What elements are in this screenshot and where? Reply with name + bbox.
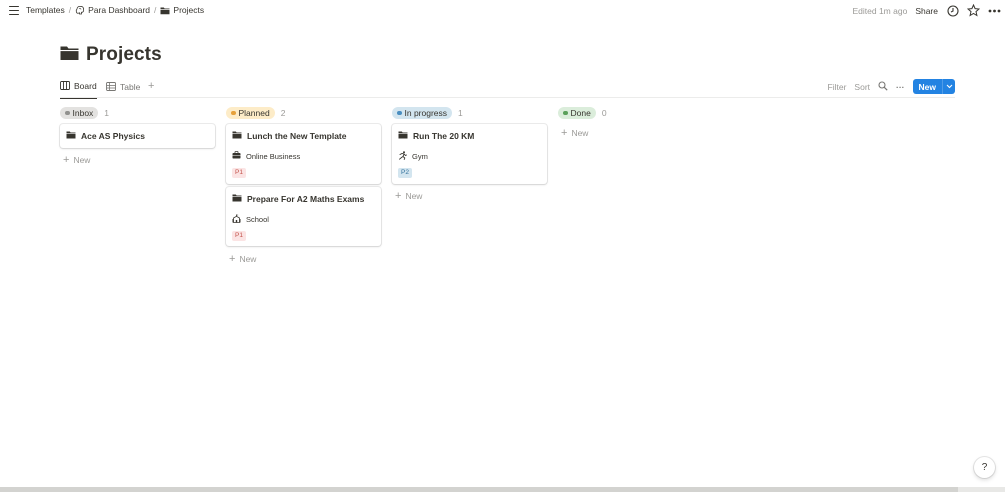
board-column-done: Done 0 + New <box>558 105 713 139</box>
column-header[interactable]: Inbox 1 <box>60 105 215 121</box>
sort-button[interactable]: Sort <box>854 82 870 92</box>
add-new-card-button[interactable]: + New <box>229 253 256 265</box>
more-icon[interactable] <box>988 4 1001 17</box>
column-count: 1 <box>458 108 463 118</box>
new-button-label: New <box>912 79 942 94</box>
status-badge: Planned <box>226 107 275 119</box>
folder-icon <box>398 131 408 141</box>
horizontal-scrollbar[interactable] <box>0 487 1005 492</box>
briefcase-icon <box>232 151 241 161</box>
priority-tag: P1 <box>232 168 246 178</box>
card-area: School <box>232 214 269 225</box>
column-count: 2 <box>280 108 286 118</box>
column-count: 0 <box>601 108 607 118</box>
plus-icon: + <box>395 190 402 202</box>
star-icon[interactable] <box>967 4 980 17</box>
page-title-text: Projects <box>86 44 162 65</box>
card-title: Ace AS Physics <box>66 131 145 141</box>
breadcrumb-projects[interactable]: Projects <box>160 5 204 15</box>
breadcrumb-separator: / <box>68 5 72 15</box>
status-dot <box>65 110 70 116</box>
board-column-in-progress: In progress 1 Run The 20 KM Gym P2 + New <box>392 105 547 202</box>
topbar-actions: Edited 1m ago Share <box>852 4 1001 17</box>
column-header[interactable]: In progress 1 <box>392 105 547 121</box>
status-dot <box>231 110 236 116</box>
column-header[interactable]: Planned 2 <box>226 105 381 121</box>
project-card[interactable]: Prepare For A2 Maths Exams School P1 <box>226 187 381 246</box>
plus-icon: + <box>229 253 236 265</box>
card-area: Online Business <box>232 151 300 161</box>
card-area: Gym <box>398 151 428 162</box>
edited-timestamp: Edited 1m ago <box>852 5 908 16</box>
tab-board[interactable]: Board <box>60 80 97 99</box>
column-header[interactable]: Done 0 <box>558 105 713 121</box>
breadcrumb-para-dashboard[interactable]: Para Dashboard <box>75 5 150 15</box>
board-column-planned: Planned 2 Lunch the New Template Online … <box>226 105 381 265</box>
status-badge: In progress <box>392 107 453 119</box>
project-card[interactable]: Ace AS Physics <box>60 124 215 148</box>
share-button[interactable]: Share <box>915 6 938 16</box>
filter-button[interactable]: Filter <box>828 82 847 92</box>
card-title: Run The 20 KM <box>398 131 474 141</box>
priority-tag: P2 <box>398 168 412 178</box>
menu-icon[interactable] <box>9 6 19 15</box>
folder-icon <box>160 5 170 15</box>
page-title: Projects <box>60 44 162 66</box>
folder-icon <box>232 131 242 141</box>
column-count: 1 <box>104 108 110 118</box>
card-title: Lunch the New Template <box>232 131 347 141</box>
search-icon[interactable] <box>878 80 888 93</box>
folder-icon <box>66 131 76 141</box>
folder-icon <box>232 194 242 204</box>
table-icon <box>106 81 116 93</box>
view-actions: Filter Sort ··· New <box>828 78 955 95</box>
board-column-inbox: Inbox 1 Ace AS Physics + New <box>60 105 215 166</box>
add-new-card-button[interactable]: + New <box>561 127 588 139</box>
school-icon <box>232 214 241 225</box>
card-title: Prepare For A2 Maths Exams <box>232 194 364 204</box>
folder-icon <box>60 45 79 66</box>
view-bar: Board Table + Filter Sort ··· New <box>60 78 955 99</box>
tab-table[interactable]: Table <box>106 80 140 94</box>
view-options-button[interactable]: ··· <box>896 82 905 92</box>
plus-icon: + <box>63 154 70 166</box>
plus-icon: + <box>561 127 568 139</box>
status-badge: Done <box>558 107 596 119</box>
brain-icon <box>75 5 85 15</box>
scrollbar-thumb[interactable] <box>0 487 958 492</box>
breadcrumb-separator: / <box>154 5 157 15</box>
project-card[interactable]: Run The 20 KM Gym P2 <box>392 124 547 184</box>
add-new-card-button[interactable]: + New <box>63 154 90 166</box>
breadcrumb-templates[interactable]: Templates <box>26 5 65 15</box>
project-card[interactable]: Lunch the New Template Online Business P… <box>226 124 381 184</box>
top-bar: Templates / Para Dashboard / Projects Ed… <box>0 0 1005 22</box>
running-icon <box>398 151 407 162</box>
clock-icon[interactable] <box>946 4 959 17</box>
add-new-card-button[interactable]: + New <box>395 190 422 202</box>
chevron-down-icon[interactable] <box>942 79 955 94</box>
status-dot <box>397 110 402 116</box>
priority-tag: P1 <box>232 231 246 241</box>
status-badge: Inbox <box>60 107 99 119</box>
breadcrumb: Templates / Para Dashboard / Projects <box>26 5 204 15</box>
add-view-button[interactable]: + <box>148 80 154 92</box>
board-icon <box>60 81 70 92</box>
status-dot <box>563 110 568 116</box>
new-button[interactable]: New <box>912 79 955 94</box>
help-button[interactable]: ? <box>974 457 995 478</box>
